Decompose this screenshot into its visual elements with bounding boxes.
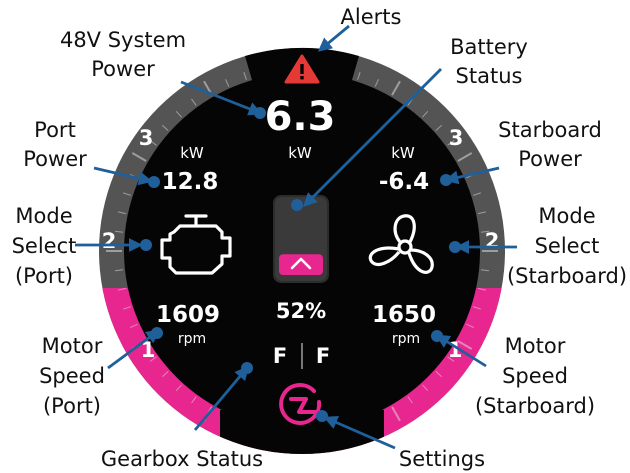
label-mode-starboard-3: (Starboard) (507, 264, 627, 288)
scale-left-2: 2 (102, 229, 117, 253)
port-power-unit: kW (180, 144, 204, 162)
label-port-power-2: Power (23, 147, 87, 171)
label-speed-starboard-1: Motor (505, 334, 566, 358)
gear-port: F (273, 344, 287, 368)
label-system-power-1: 48V System (60, 28, 186, 52)
battery-percent: 52% (276, 299, 326, 323)
gear-starboard: F (316, 344, 330, 368)
starboard-rpm-value: 1650 (372, 302, 436, 328)
label-mode-port-2: Select (12, 234, 77, 258)
scale-right-3: 3 (449, 126, 464, 150)
label-mode-port-3: (Port) (15, 264, 73, 288)
gauge-diagram: 3 2 1 3 2 1 6.3 kW kW 12.8 kW -6.4 52% 1… (12, 5, 627, 471)
port-rpm-unit: rpm (178, 331, 206, 347)
label-speed-port-3: (Port) (43, 394, 101, 418)
label-speed-starboard-3: (Starboard) (475, 394, 595, 418)
label-speed-port-1: Motor (42, 334, 103, 358)
system-power-value: 6.3 (265, 94, 336, 140)
starboard-power-unit: kW (391, 144, 415, 162)
label-starboard-power-1: Starboard (498, 118, 602, 142)
label-alerts: Alerts (341, 5, 402, 29)
label-speed-port-2: Speed (39, 364, 105, 388)
starboard-power-value: -6.4 (379, 169, 429, 195)
label-speed-starboard-2: Speed (502, 364, 568, 388)
label-mode-starboard-1: Mode (538, 204, 595, 228)
port-power-value: 12.8 (162, 169, 219, 195)
label-battery-1: Battery (450, 35, 528, 59)
starboard-rpm-unit: rpm (392, 331, 420, 347)
scale-left-3: 3 (139, 126, 154, 150)
scale-right-2: 2 (485, 229, 500, 253)
label-system-power-2: Power (91, 57, 155, 81)
label-mode-starboard-2: Select (535, 234, 600, 258)
label-mode-port-1: Mode (15, 204, 72, 228)
battery-fill (279, 254, 323, 275)
system-power-unit: kW (288, 144, 312, 162)
label-settings: Settings (399, 447, 485, 471)
label-battery-2: Status (456, 64, 523, 88)
label-starboard-power-2: Power (518, 147, 582, 171)
label-gearbox: Gearbox Status (101, 447, 263, 471)
label-port-power-1: Port (34, 118, 76, 142)
port-rpm-value: 1609 (156, 302, 220, 328)
